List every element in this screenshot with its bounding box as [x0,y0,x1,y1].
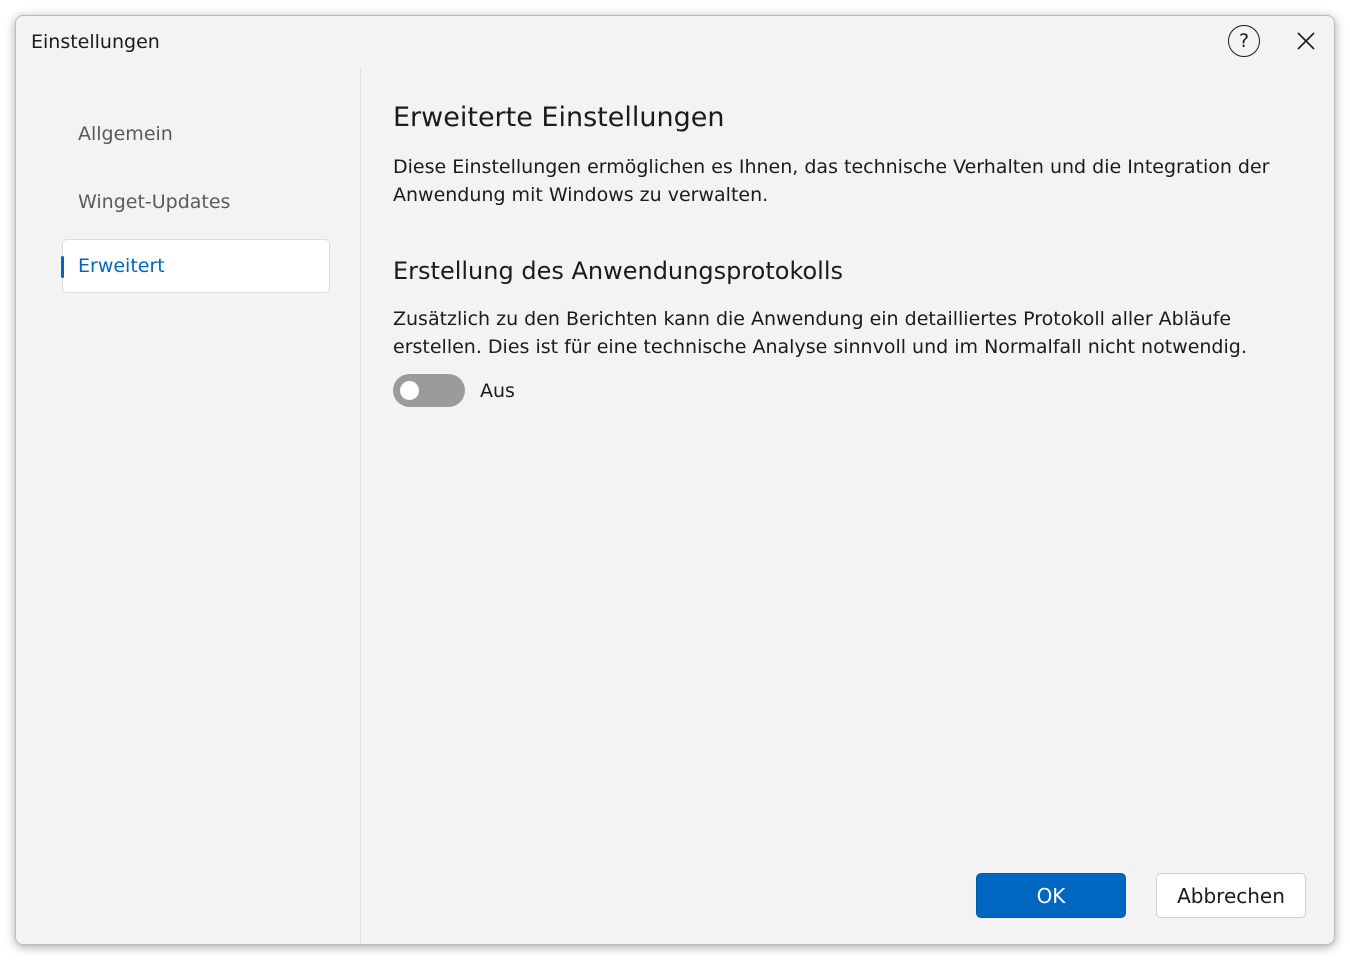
sidebar-item-allgemein[interactable]: Allgemein [62,107,330,161]
section-description: Zusätzlich zu den Berichten kann die Anw… [393,308,1247,358]
settings-window: Einstellungen ? Allgemein Winget-Updates… [15,15,1335,945]
ok-button-label: OK [1036,883,1066,908]
cancel-button[interactable]: Abbrechen [1156,873,1306,918]
page-description: Diese Einstellungen ermöglichen es Ihnen… [393,156,1270,206]
title-bar: Einstellungen ? [16,16,1334,68]
ok-button[interactable]: OK [976,873,1126,918]
close-icon [1297,32,1315,50]
sidebar-item-label: Winget-Updates [78,191,231,213]
sidebar-item-label: Erweitert [78,255,165,277]
sidebar-item-winget-updates[interactable]: Winget-Updates [62,175,330,229]
section-title: Erstellung des Anwendungsprotokolls [393,257,844,285]
sidebar-item-label: Allgemein [78,123,173,145]
help-circle-icon: ? [1238,30,1250,52]
logging-toggle[interactable] [393,374,465,407]
sidebar-item-erweitert[interactable]: Erweitert [61,239,330,293]
page-title: Erweiterte Einstellungen [393,102,725,133]
toggle-state-label: Aus [480,380,515,402]
close-button[interactable] [1290,25,1322,57]
window-title: Einstellungen [31,31,160,53]
help-button[interactable]: ? [1228,25,1260,57]
cancel-button-label: Abbrechen [1177,883,1285,908]
selection-indicator [61,256,64,278]
sidebar-nav: Allgemein Winget-Updates Erweitert [16,68,361,944]
toggle-knob [400,381,419,400]
